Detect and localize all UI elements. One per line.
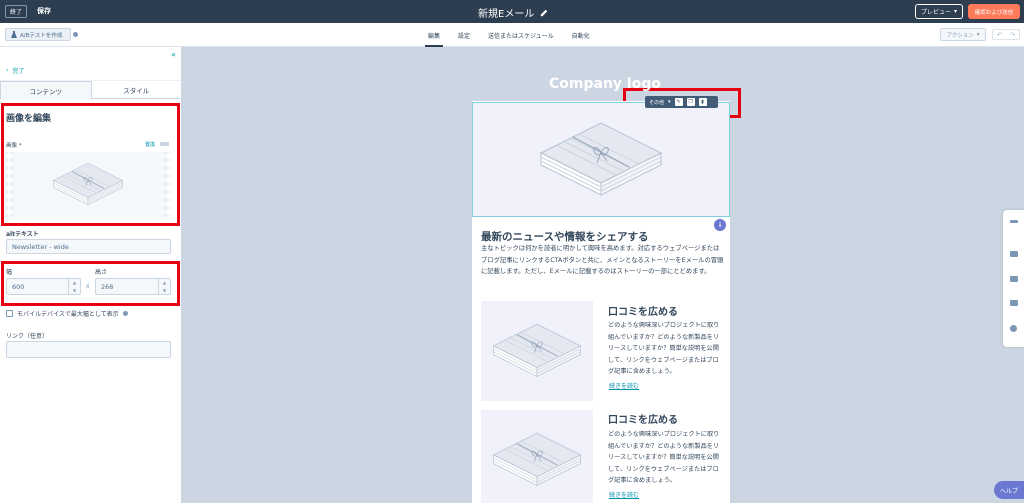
chevron-down-icon: ▾: [954, 8, 958, 15]
article-body[interactable]: どのような興味深いプロジェクトに取り組んでいますか？どのような新製品をリリースし…: [608, 429, 720, 487]
article-title[interactable]: 口コミを広める: [608, 411, 678, 426]
actions-button[interactable]: アクション ▾: [940, 28, 986, 41]
article-image[interactable]: [481, 410, 593, 503]
help-label: ヘルプ: [999, 487, 1018, 495]
back-to-done[interactable]: ‹ 完了: [0, 61, 181, 81]
chevron-left-icon: ‹: [6, 67, 9, 74]
email-title[interactable]: 新規Eメール: [478, 5, 548, 20]
pencil-icon[interactable]: ✎: [674, 98, 683, 106]
info-icon[interactable]: i: [714, 219, 726, 231]
help-icon[interactable]: [1010, 325, 1017, 332]
article-image[interactable]: [481, 301, 593, 401]
mobile-max-width-checkbox[interactable]: [6, 310, 13, 317]
preview-label: プレビュー: [920, 9, 951, 16]
collapse-icon[interactable]: «: [171, 50, 176, 59]
mobile-max-width-option: モバイルデバイスで最大幅として表示: [6, 309, 128, 318]
editor-tabs: 編集 設定 送信またはスケジュール 自動化: [425, 23, 593, 47]
news-body[interactable]: 主なトピックは何かを読者に明かして興味を高めます。対応するウェブページまたはブロ…: [481, 243, 724, 278]
top-bar: 終了 保存 新規Eメール プレビュー ▾ 確認および送信: [0, 0, 1024, 23]
undo-redo-group: ↶ ↷: [992, 29, 1020, 40]
chevron-down-icon: ▾: [668, 99, 671, 105]
read-more-link[interactable]: 続きを読む: [609, 381, 639, 390]
more-options-button[interactable]: その他: [649, 99, 664, 106]
grid-icon[interactable]: [1010, 220, 1018, 223]
package-illustration: [540, 121, 662, 196]
pencil-icon[interactable]: [540, 9, 548, 17]
info-icon[interactable]: [73, 32, 78, 37]
company-logo[interactable]: Company logo: [549, 76, 661, 92]
review-label: 確認および送信: [974, 9, 1014, 16]
tab-send-or-schedule[interactable]: 送信またはスケジュール: [485, 23, 557, 47]
preview-button[interactable]: プレビュー ▾: [915, 4, 963, 19]
news-title[interactable]: 最新のニュースや情報をシェアする: [481, 229, 648, 244]
tab-style[interactable]: スタイル: [91, 81, 181, 99]
exit-label: 終了: [9, 9, 22, 16]
package-illustration: [493, 323, 581, 377]
back-label: 完了: [12, 68, 25, 75]
actions-label: アクション: [946, 32, 974, 39]
right-tool-rail: [1003, 210, 1024, 347]
redo-icon[interactable]: ↷: [1010, 31, 1016, 39]
article-title[interactable]: 口コミを広める: [608, 303, 678, 318]
chevron-down-icon: ▾: [976, 31, 980, 38]
clone-icon[interactable]: ❐: [686, 98, 695, 106]
calendar-icon[interactable]: [1010, 276, 1018, 282]
hero-image[interactable]: [472, 102, 730, 217]
highlight-box-image-edit: [1, 103, 180, 226]
ab-test-button[interactable]: A/Bテストを作成: [5, 28, 71, 41]
mobile-max-width-label: モバイルデバイスで最大幅として表示: [17, 311, 119, 318]
module-toolbar: その他 ▾ ✎ ❐ ▮: [645, 96, 718, 108]
panel-tabs: コンテンツ スタイル: [0, 81, 181, 99]
editor-subbar: A/Bテストを作成 編集 設定 送信またはスケジュール 自動化 アクション ▾ …: [0, 23, 1024, 47]
link-input[interactable]: [6, 341, 171, 358]
read-more-link[interactable]: 続きを読む: [609, 490, 639, 499]
chat-icon[interactable]: [1010, 251, 1018, 257]
tab-content[interactable]: コンテンツ: [0, 81, 92, 99]
tab-automation[interactable]: 自動化: [569, 23, 593, 47]
article-body[interactable]: どのような興味深いプロジェクトに取り組んでいますか？どのような新製品をリリースし…: [608, 320, 720, 378]
help-button[interactable]: ヘルプ: [994, 481, 1024, 499]
link-label: リンク（任意）: [6, 333, 49, 340]
exit-button[interactable]: 終了: [5, 5, 27, 18]
package-illustration: [493, 432, 581, 486]
calendar-icon[interactable]: [1010, 300, 1018, 306]
highlight-box-dimensions: [1, 261, 180, 306]
alt-text-label: altテキスト: [6, 231, 39, 238]
undo-icon[interactable]: ↶: [997, 31, 1003, 39]
flask-icon: [11, 31, 17, 38]
trash-icon[interactable]: ▮: [698, 98, 707, 106]
tab-settings[interactable]: 設定: [455, 23, 473, 47]
save-button[interactable]: 保存: [37, 6, 51, 16]
email-title-text: 新規Eメール: [478, 9, 535, 20]
review-and-send-button[interactable]: 確認および送信: [968, 4, 1020, 19]
tab-edit[interactable]: 編集: [425, 23, 444, 47]
ab-test-label: A/Bテストを作成: [20, 32, 63, 39]
alt-text-input[interactable]: Newsletter - wide: [6, 239, 171, 254]
info-icon[interactable]: [122, 311, 128, 316]
